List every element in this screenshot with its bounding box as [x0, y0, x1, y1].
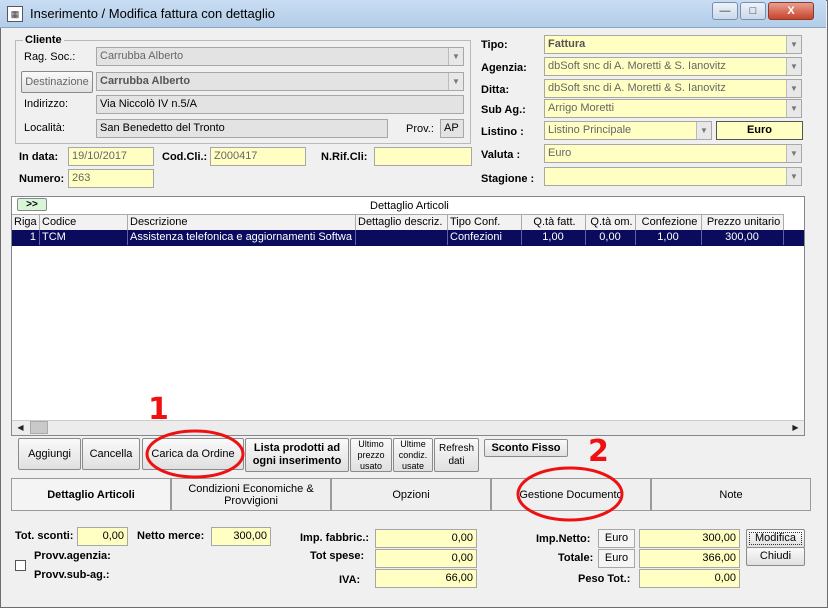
annotation-circle-2	[516, 466, 624, 522]
annotation-overlay	[145, 429, 624, 522]
annotation-circle-1	[145, 429, 245, 479]
annotation-number-2: 2	[588, 434, 609, 469]
annotation-number-1: 1	[148, 392, 169, 427]
